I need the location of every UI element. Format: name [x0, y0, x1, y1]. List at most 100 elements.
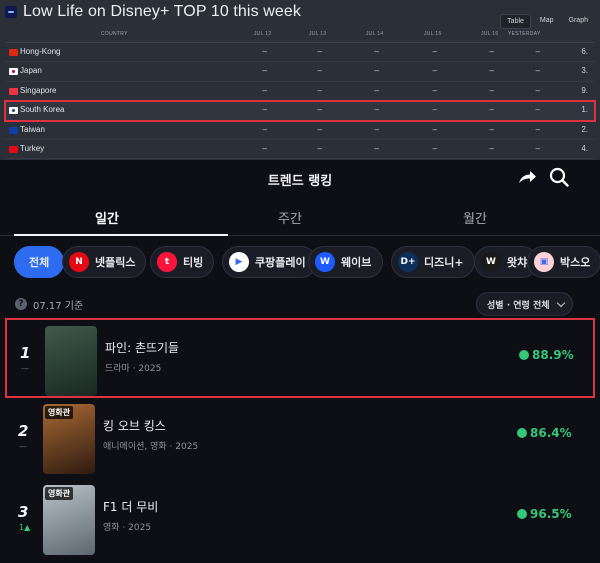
platform-chip[interactable]: ▶ 쿠팡플레이: [222, 246, 317, 278]
platform-chip-label: 쿠팡플레이: [255, 256, 306, 269]
table-row[interactable]: Hong-Kong – – – – – – 6.: [5, 43, 595, 63]
country-flag-icon: [9, 145, 18, 153]
table-cell: –: [317, 143, 322, 153]
ranking-item[interactable]: 1 — 파인: 촌뜨기들 드라마 · 2025 88.9%: [5, 318, 595, 398]
country-name: Taiwan: [20, 124, 45, 134]
platform-chip-label: 디즈니+: [424, 256, 464, 269]
country-table: COUNTRY JUL 12 JUL 13 JUL 14 JUL 15 JUL …: [4, 27, 596, 160]
table-cell: –: [262, 66, 267, 76]
gender-age-filter-dropdown[interactable]: 성별 · 연령 전체: [476, 292, 573, 316]
table-cell: –: [489, 105, 494, 115]
table-cell: –: [317, 105, 322, 115]
period-tabs: 일간 주간 월간: [0, 202, 600, 236]
column-header-country: COUNTRY: [101, 31, 128, 37]
rank-value: 4.: [581, 143, 588, 153]
score-indicator: 88.9%: [519, 348, 574, 362]
platform-chip[interactable]: ▣ 박스오: [527, 246, 600, 278]
title-name[interactable]: 파인: 촌뜨기들: [105, 339, 179, 356]
tab-daily[interactable]: 일간: [7, 208, 207, 227]
active-tab-indicator: [14, 234, 228, 236]
table-cell: –: [432, 66, 437, 76]
country-name: Japan: [20, 66, 42, 76]
trend-ranking-app: 트렌드 랭킹 일간 주간 월간 전체 N 넷플릭스 t 티빙 ▶ 쿠팡플레이 W 웨이브 D+ 디즈…: [0, 160, 600, 563]
poster-image[interactable]: 영화관: [43, 404, 95, 474]
table-cell: –: [535, 105, 540, 115]
country-flag-icon: [9, 68, 18, 76]
column-header: JUL 14: [366, 31, 384, 37]
column-header: JUL 16: [481, 31, 499, 37]
panel-title: Low Life on Disney+ TOP 10 this week: [23, 3, 301, 20]
date-label: 07.17 기준: [33, 300, 84, 312]
table-cell: –: [262, 85, 267, 95]
ranking-item[interactable]: 2 — 영화관 킹 오브 킹스 애니메이션, 영화 · 2025 86.4%: [5, 398, 595, 478]
table-cell: –: [317, 47, 322, 56]
title-meta: 드라마 · 2025: [105, 364, 162, 374]
table-cell: –: [535, 66, 540, 76]
score-indicator: 86.4%: [517, 426, 572, 440]
country-name: Turkey: [20, 143, 45, 153]
table-cell: –: [489, 124, 494, 134]
table-cell: –: [489, 66, 494, 76]
platform-chip[interactable]: D+ 디즈니+: [391, 246, 475, 278]
table-cell: –: [262, 47, 267, 56]
theater-badge: 영화관: [45, 406, 74, 419]
platform-chip-label: 박스오: [560, 256, 591, 269]
column-header: JUL 12: [254, 31, 272, 37]
platform-chip-label: 전체: [29, 256, 50, 269]
table-cell: –: [317, 124, 322, 134]
tab-monthly[interactable]: 월간: [375, 208, 575, 227]
title-meta: 영화 · 2025: [103, 523, 152, 533]
table-cell: –: [432, 143, 437, 153]
filter-label: 성별 · 연령 전체: [487, 300, 550, 311]
poster-image[interactable]: [45, 326, 97, 396]
score-value: 96.5%: [530, 507, 572, 521]
table-cell: –: [374, 47, 379, 56]
disney-plus-logo-icon: [5, 6, 17, 18]
platform-chip[interactable]: 전체: [14, 246, 65, 278]
table-cell: –: [535, 85, 540, 95]
table-cell: –: [317, 66, 322, 76]
table-cell: –: [535, 143, 540, 153]
table-row[interactable]: Japan – – – – – – 3.: [5, 62, 595, 82]
rank-change: 1▲: [19, 523, 31, 532]
country-name: South Korea: [20, 105, 65, 115]
tab-weekly[interactable]: 주간: [190, 208, 390, 227]
score-indicator: 96.5%: [517, 507, 572, 521]
platform-filter-chips: 전체 N 넷플릭스 t 티빙 ▶ 쿠팡플레이 W 웨이브 D+ 디즈니+ W 왓챠 ▣ 박스오: [14, 246, 600, 280]
page-title: 트렌드 랭킹: [267, 174, 333, 189]
title-name[interactable]: 킹 오브 킹스: [103, 417, 166, 434]
table-cell: –: [432, 85, 437, 95]
table-cell: –: [489, 85, 494, 95]
table-cell: –: [374, 143, 379, 153]
search-icon[interactable]: [548, 166, 570, 188]
platform-chip-label: 웨이브: [341, 256, 372, 269]
column-header: JUL 15: [424, 31, 442, 37]
rank-value: 3.: [581, 66, 588, 76]
poster-image[interactable]: 영화관: [43, 485, 95, 555]
platform-chip[interactable]: N 넷플릭스: [62, 246, 147, 278]
table-row[interactable]: South Korea – – – – – – 1.: [4, 100, 596, 122]
panel-header: Low Life on Disney+ TOP 10 this week Tab…: [0, 0, 600, 29]
table-row[interactable]: Singapore – – – – – – 9.: [5, 82, 595, 102]
column-header-yesterday: YESTERDAY: [508, 31, 541, 37]
country-flag-icon: [9, 126, 18, 134]
rank-value: 1.: [581, 105, 588, 115]
platform-logo-icon: N: [69, 252, 89, 272]
platform-chip-label: 넷플릭스: [95, 256, 136, 269]
platform-chip[interactable]: W 웨이브: [308, 246, 383, 278]
country-name: Singapore: [20, 85, 57, 95]
platform-logo-icon: W: [481, 252, 501, 272]
platform-chip[interactable]: t 티빙: [150, 246, 215, 278]
help-icon[interactable]: ?: [15, 298, 27, 310]
rank-change: —: [19, 442, 27, 451]
score-value: 86.4%: [530, 426, 572, 440]
table-row[interactable]: Taiwan – – – – – – 2.: [5, 121, 595, 140]
table-row[interactable]: Turkey – – – – – – 4.: [5, 140, 595, 160]
title-name[interactable]: F1 더 무비: [103, 498, 158, 515]
country-flag-icon: [9, 87, 18, 95]
table-cell: –: [432, 124, 437, 134]
country-flag-icon: [9, 107, 18, 115]
ranking-item[interactable]: 3 1▲ 영화관 F1 더 무비 영화 · 2025 96.5%: [5, 479, 595, 559]
share-icon[interactable]: [516, 166, 538, 188]
table-cell: –: [489, 47, 494, 56]
